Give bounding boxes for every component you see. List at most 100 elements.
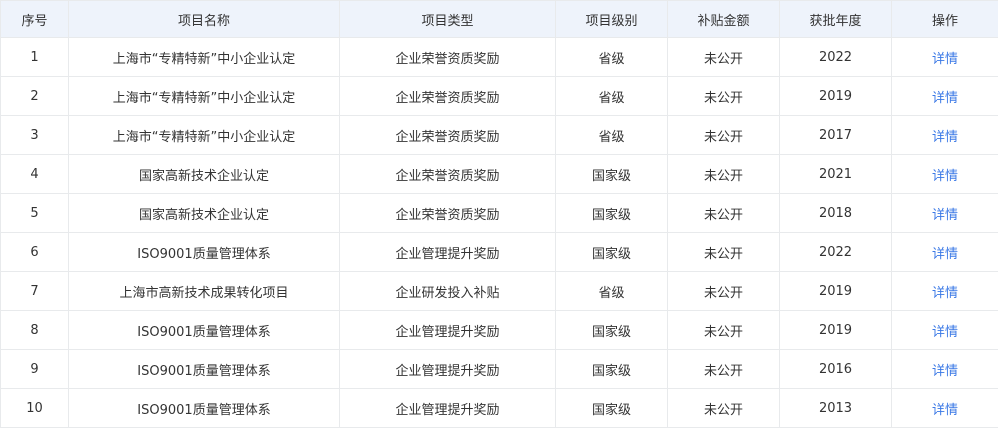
cell-action: 详情 [891,388,998,428]
cell-index: 10 [0,388,69,428]
cell-project-type: 企业研发投入补贴 [339,271,556,311]
cell-approval-year: 2016 [779,349,892,389]
column-header-action: 操作 [891,0,998,38]
detail-link[interactable]: 详情 [932,364,958,379]
cell-project-level: 国家级 [555,193,668,233]
cell-index: 3 [0,115,69,155]
cell-approval-year: 2022 [779,232,892,272]
detail-link[interactable]: 详情 [932,286,958,301]
detail-link[interactable]: 详情 [932,52,958,67]
cell-index: 4 [0,154,69,194]
cell-approval-year: 2021 [779,154,892,194]
detail-link[interactable]: 详情 [932,130,958,145]
cell-subsidy-amount: 未公开 [667,349,780,389]
cell-project-level: 省级 [555,37,668,77]
cell-project-name: 上海市高新技术成果转化项目 [68,271,340,311]
cell-project-name: 国家高新技术企业认定 [68,154,340,194]
cell-approval-year: 2017 [779,115,892,155]
cell-project-name: ISO9001质量管理体系 [68,388,340,428]
cell-index: 7 [0,271,69,311]
cell-project-level: 省级 [555,271,668,311]
cell-approval-year: 2019 [779,310,892,350]
cell-project-type: 企业管理提升奖励 [339,232,556,272]
cell-action: 详情 [891,115,998,155]
cell-action: 详情 [891,76,998,116]
cell-action: 详情 [891,232,998,272]
table-row: 9 ISO9001质量管理体系 企业管理提升奖励 国家级 未公开 2016 详情 [0,349,998,389]
column-header-year: 获批年度 [779,0,892,38]
cell-project-name: 上海市“专精特新”中小企业认定 [68,37,340,77]
cell-project-name: 上海市“专精特新”中小企业认定 [68,115,340,155]
cell-project-name: 上海市“专精特新”中小企业认定 [68,76,340,116]
cell-project-name: ISO9001质量管理体系 [68,310,340,350]
column-header-name: 项目名称 [68,0,340,38]
cell-subsidy-amount: 未公开 [667,154,780,194]
table-body: 1 上海市“专精特新”中小企业认定 企业荣誉资质奖励 省级 未公开 2022 详情 2 上海市“… [0,37,998,428]
column-header-type: 项目类型 [339,0,556,38]
cell-subsidy-amount: 未公开 [667,310,780,350]
table-row: 3 上海市“专精特新”中小企业认定 企业荣誉资质奖励 省级 未公开 2017 详情 [0,115,998,155]
cell-index: 8 [0,310,69,350]
cell-action: 详情 [891,37,998,77]
table-row: 7 上海市高新技术成果转化项目 企业研发投入补贴 省级 未公开 2019 详情 [0,271,998,311]
cell-index: 2 [0,76,69,116]
cell-project-level: 国家级 [555,349,668,389]
column-header-level: 项目级别 [555,0,668,38]
cell-project-level: 国家级 [555,154,668,194]
cell-project-level: 省级 [555,115,668,155]
cell-action: 详情 [891,271,998,311]
column-header-index: 序号 [0,0,69,38]
cell-approval-year: 2019 [779,76,892,116]
cell-subsidy-amount: 未公开 [667,388,780,428]
cell-project-type: 企业管理提升奖励 [339,310,556,350]
cell-action: 详情 [891,349,998,389]
detail-link[interactable]: 详情 [932,91,958,106]
cell-project-level: 国家级 [555,310,668,350]
table-row: 6 ISO9001质量管理体系 企业管理提升奖励 国家级 未公开 2022 详情 [0,232,998,272]
cell-approval-year: 2022 [779,37,892,77]
table-header: 序号 项目名称 项目类型 项目级别 补贴金额 获批年度 操作 [0,0,998,38]
cell-subsidy-amount: 未公开 [667,115,780,155]
detail-link[interactable]: 详情 [932,325,958,340]
cell-approval-year: 2019 [779,271,892,311]
project-table: 序号 项目名称 项目类型 项目级别 补贴金额 获批年度 操作 1 上海市“专精特新… [0,0,998,428]
table-row: 5 国家高新技术企业认定 企业荣誉资质奖励 国家级 未公开 2018 详情 [0,193,998,233]
cell-action: 详情 [891,154,998,194]
detail-link[interactable]: 详情 [932,403,958,418]
cell-project-level: 国家级 [555,232,668,272]
cell-subsidy-amount: 未公开 [667,37,780,77]
table-row: 1 上海市“专精特新”中小企业认定 企业荣誉资质奖励 省级 未公开 2022 详情 [0,37,998,77]
cell-project-name: 国家高新技术企业认定 [68,193,340,233]
cell-project-type: 企业管理提升奖励 [339,349,556,389]
header-row: 序号 项目名称 项目类型 项目级别 补贴金额 获批年度 操作 [0,0,998,38]
table-row: 4 国家高新技术企业认定 企业荣誉资质奖励 国家级 未公开 2021 详情 [0,154,998,194]
cell-index: 9 [0,349,69,389]
cell-project-type: 企业荣誉资质奖励 [339,193,556,233]
cell-project-type: 企业荣誉资质奖励 [339,76,556,116]
cell-project-type: 企业荣誉资质奖励 [339,115,556,155]
cell-project-level: 省级 [555,76,668,116]
cell-subsidy-amount: 未公开 [667,271,780,311]
table-row: 8 ISO9001质量管理体系 企业管理提升奖励 国家级 未公开 2019 详情 [0,310,998,350]
cell-index: 1 [0,37,69,77]
detail-link[interactable]: 详情 [932,208,958,223]
column-header-amount: 补贴金额 [667,0,780,38]
cell-index: 6 [0,232,69,272]
table-row: 10 ISO9001质量管理体系 企业管理提升奖励 国家级 未公开 2013 详情 [0,388,998,428]
cell-project-name: ISO9001质量管理体系 [68,232,340,272]
cell-subsidy-amount: 未公开 [667,76,780,116]
cell-subsidy-amount: 未公开 [667,232,780,272]
cell-approval-year: 2018 [779,193,892,233]
cell-index: 5 [0,193,69,233]
detail-link[interactable]: 详情 [932,169,958,184]
cell-approval-year: 2013 [779,388,892,428]
cell-action: 详情 [891,193,998,233]
cell-project-name: ISO9001质量管理体系 [68,349,340,389]
cell-project-level: 国家级 [555,388,668,428]
detail-link[interactable]: 详情 [932,247,958,262]
table-row: 2 上海市“专精特新”中小企业认定 企业荣誉资质奖励 省级 未公开 2019 详情 [0,76,998,116]
cell-project-type: 企业荣誉资质奖励 [339,37,556,77]
cell-action: 详情 [891,310,998,350]
cell-subsidy-amount: 未公开 [667,193,780,233]
cell-project-type: 企业管理提升奖励 [339,388,556,428]
